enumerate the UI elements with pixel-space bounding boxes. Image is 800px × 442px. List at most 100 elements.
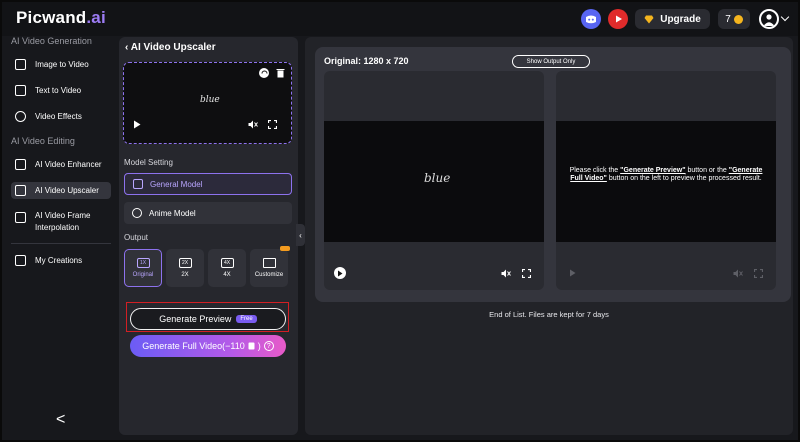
anime-model-icon bbox=[132, 208, 142, 218]
general-model-button[interactable]: General Model bbox=[124, 173, 292, 195]
user-avatar[interactable] bbox=[759, 9, 779, 29]
sidebar-item-label: AI Video Upscaler bbox=[35, 186, 99, 195]
delete-icon[interactable] bbox=[275, 68, 285, 78]
discord-icon[interactable] bbox=[581, 9, 601, 29]
sidebar-divider bbox=[11, 243, 111, 244]
anime-model-label: Anime Model bbox=[149, 208, 196, 218]
sidebar-item-label: My Creations bbox=[35, 256, 83, 265]
mute-icon[interactable] bbox=[248, 119, 258, 129]
anime-model-button[interactable]: Anime Model bbox=[124, 202, 292, 224]
section-title-generation: AI Video Generation bbox=[11, 36, 92, 46]
original-video-player[interactable]: blue bbox=[324, 71, 544, 290]
preview-card: Original: 1280 x 720 Show Output Only bl… bbox=[315, 47, 791, 302]
video-thumbnail[interactable]: blue bbox=[123, 62, 292, 144]
chevron-down-icon[interactable] bbox=[780, 12, 790, 22]
sidebar-item-ai-video-enhancer[interactable]: AI Video Enhancer bbox=[11, 156, 111, 173]
sidebar-item-label: AI Video Enhancer bbox=[35, 160, 102, 169]
thumbnail-text: blue bbox=[200, 95, 220, 105]
original-resolution-label: Original: 1280 x 720 bbox=[324, 56, 409, 66]
image-icon bbox=[15, 59, 26, 70]
logo[interactable]: Picwand.ai bbox=[16, 8, 106, 28]
4x-icon: 4X bbox=[220, 258, 234, 268]
generate-full-video-button[interactable]: Generate Full Video(−110 ) ? bbox=[130, 335, 286, 357]
free-badge: Free bbox=[236, 315, 257, 323]
mute-icon[interactable] bbox=[500, 267, 512, 279]
youtube-icon[interactable] bbox=[608, 9, 628, 29]
new-badge bbox=[280, 246, 290, 251]
output-option-label: 4X bbox=[223, 272, 231, 278]
output-label: Output bbox=[124, 233, 149, 242]
preview-area: Original: 1280 x 720 Show Output Only bl… bbox=[305, 37, 793, 435]
generate-preview-label: Generate Preview bbox=[159, 314, 232, 324]
play-icon[interactable] bbox=[132, 119, 142, 129]
output-video-player[interactable]: Please click the "Generate Preview" butt… bbox=[556, 71, 776, 290]
app-window: Picwand.ai Upgrade 7 AI Video Generation… bbox=[0, 0, 800, 442]
output-option-label: Original bbox=[132, 272, 154, 278]
2x-icon: 2X bbox=[178, 258, 192, 268]
logo-suffix: .ai bbox=[86, 8, 106, 27]
top-bar: Picwand.ai Upgrade 7 bbox=[2, 2, 798, 36]
upgrade-button[interactable]: Upgrade bbox=[635, 9, 710, 29]
generate-full-suffix: ) bbox=[257, 341, 261, 351]
replace-icon[interactable] bbox=[259, 68, 269, 78]
model-setting-label: Model Setting bbox=[124, 158, 173, 167]
collapse-sidebar-button[interactable]: < bbox=[56, 411, 65, 429]
section-title-editing: AI Video Editing bbox=[11, 136, 75, 146]
sidebar-item-video-effects[interactable]: Video Effects bbox=[11, 108, 111, 125]
panel-title[interactable]: ‹ AI Video Upscaler bbox=[125, 42, 216, 53]
generate-full-label: Generate Full Video(−110 bbox=[142, 341, 245, 351]
sidebar-item-label: Video Effects bbox=[35, 112, 82, 121]
play-icon bbox=[566, 267, 578, 279]
user-icon bbox=[763, 14, 775, 26]
show-output-only-button[interactable]: Show Output Only bbox=[512, 55, 590, 68]
message-text: button or the bbox=[685, 167, 729, 174]
panel-title-text: AI Video Upscaler bbox=[130, 42, 216, 53]
collapse-panel-button[interactable]: ‹ bbox=[296, 224, 305, 246]
edit-icon bbox=[262, 258, 276, 268]
folder-icon bbox=[15, 255, 26, 266]
sidebar-item-label: AI Video Frame Interpolation bbox=[35, 211, 91, 232]
preview-instruction-message: Please click the "Generate Preview" butt… bbox=[566, 167, 766, 183]
logo-text: Picwand bbox=[16, 8, 87, 27]
message-text: button on the left to preview the proces… bbox=[606, 175, 762, 182]
play-icon[interactable] bbox=[334, 267, 346, 279]
enhancer-icon bbox=[15, 159, 26, 170]
sidebar-item-label: Text to Video bbox=[35, 86, 82, 95]
sidebar-item-label: Image to Video bbox=[35, 60, 89, 69]
credit-icon bbox=[248, 342, 255, 350]
general-model-icon bbox=[133, 179, 143, 189]
text-icon bbox=[15, 85, 26, 96]
sidebar: AI Video Generation Image to Video Text … bbox=[2, 36, 116, 440]
settings-panel: ‹ AI Video Upscaler blue Model Setting G… bbox=[119, 37, 298, 435]
credits-count: 7 bbox=[725, 13, 731, 25]
output-original-option[interactable]: 1X Original bbox=[124, 249, 162, 287]
output-option-label: 2X bbox=[181, 272, 189, 278]
original-video-text: blue bbox=[424, 171, 451, 185]
mute-icon bbox=[732, 267, 744, 279]
fullscreen-icon[interactable] bbox=[520, 267, 532, 279]
sidebar-item-ai-video-upscaler[interactable]: AI Video Upscaler bbox=[11, 182, 111, 199]
output-2x-option[interactable]: 2X 2X bbox=[166, 249, 204, 287]
effects-icon bbox=[15, 111, 26, 122]
fullscreen-icon bbox=[752, 267, 764, 279]
end-of-list-text: End of List. Files are kept for 7 days bbox=[489, 310, 609, 319]
output-4x-option[interactable]: 4X 4X bbox=[208, 249, 246, 287]
upgrade-label: Upgrade bbox=[660, 13, 701, 25]
credits-badge[interactable]: 7 bbox=[718, 9, 750, 29]
general-model-label: General Model bbox=[150, 179, 203, 189]
message-generate-preview: "Generate Preview" bbox=[620, 167, 686, 174]
help-icon[interactable]: ? bbox=[263, 341, 274, 351]
sidebar-item-text-to-video[interactable]: Text to Video bbox=[11, 82, 111, 99]
sidebar-item-frame-interpolation[interactable]: AI Video Frame Interpolation bbox=[11, 208, 111, 234]
output-customize-option[interactable]: Customize bbox=[250, 246, 290, 287]
output-option-label: Customize bbox=[254, 272, 284, 278]
back-chevron-icon: ‹ bbox=[125, 42, 129, 53]
coin-icon bbox=[733, 14, 743, 24]
upscaler-icon bbox=[15, 185, 26, 196]
interpolation-icon bbox=[15, 212, 26, 223]
message-text: Please click the bbox=[569, 167, 621, 174]
sidebar-item-image-to-video[interactable]: Image to Video bbox=[11, 56, 111, 73]
sidebar-item-my-creations[interactable]: My Creations bbox=[11, 252, 111, 269]
generate-preview-button[interactable]: Generate Preview Free bbox=[130, 308, 286, 330]
fullscreen-icon[interactable] bbox=[267, 119, 277, 129]
